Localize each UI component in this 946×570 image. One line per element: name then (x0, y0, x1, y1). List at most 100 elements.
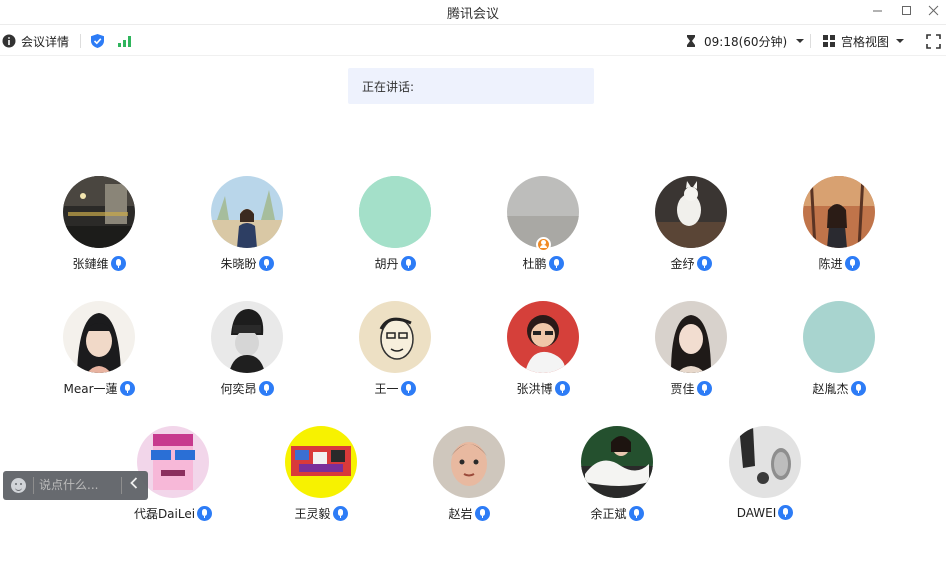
avatar (581, 426, 653, 498)
avatar (63, 301, 135, 373)
participant-tile[interactable]: 朱晓盼 (187, 176, 307, 276)
maximize-icon (901, 5, 911, 15)
avatar (211, 301, 283, 373)
participant-tile[interactable]: 王一 (335, 301, 455, 401)
participant-tile[interactable]: 何奕昂 (187, 301, 307, 401)
speaking-indicator: 正在讲话: (348, 68, 594, 104)
participant-name: 余正斌 (590, 507, 627, 521)
microphone-icon (778, 505, 794, 520)
microphone-icon (110, 256, 126, 271)
participant-tile[interactable]: 赵岩 (409, 426, 529, 526)
baby-painting-avatar (433, 426, 505, 498)
grid-view-icon (823, 35, 835, 47)
chevron-left-icon (130, 477, 138, 489)
microphone-icon (400, 256, 416, 271)
girl-portrait-photo (63, 301, 135, 373)
minimize-button[interactable] (866, 1, 888, 19)
chat-divider (33, 477, 34, 494)
speaking-label: 正在讲话: (362, 80, 415, 94)
hourglass-icon (687, 35, 695, 47)
microphone-icon (332, 506, 348, 521)
avatar (507, 301, 579, 373)
window-title: 腾讯会议 (446, 7, 499, 22)
fullscreen-button[interactable] (926, 31, 941, 51)
fullscreen-icon (926, 33, 941, 49)
participant-tile[interactable]: 金纾 (631, 176, 751, 276)
avatar (63, 176, 135, 248)
sketch-face-drawing (359, 301, 431, 373)
participant-name: 代磊DaiLei (133, 507, 196, 521)
view-mode-button[interactable]: 宫格视图 (822, 31, 905, 51)
microphone-icon (844, 256, 860, 271)
microphone-icon (119, 381, 135, 396)
red-cartoon-avatar (507, 301, 579, 373)
chevron-down-icon (796, 39, 805, 43)
maximize-button[interactable] (895, 1, 917, 19)
chat-bar (3, 471, 148, 500)
participant-name: 王一 (374, 382, 399, 396)
teal-placeholder (803, 301, 875, 373)
emoji-icon[interactable] (11, 478, 26, 493)
timer-text: 09:18(60分钟) (704, 34, 788, 49)
participant-tile[interactable]: 杜鹏 (483, 176, 603, 276)
view-mode-label: 宫格视图 (841, 34, 890, 49)
avatar (211, 176, 283, 248)
participant-tile[interactable]: Mear一蓮 (39, 301, 159, 401)
participant-name: 张洪博 (516, 382, 553, 396)
participant-name: 张鏈维 (72, 257, 109, 271)
participant-tile[interactable]: 贾佳 (631, 301, 751, 401)
participant-name: 陈进 (818, 257, 843, 271)
mint-placeholder (359, 176, 431, 248)
participant-tile[interactable]: 张鏈维 (39, 176, 159, 276)
host-badge-icon (536, 237, 551, 252)
participant-name: 赵岩 (448, 507, 473, 521)
avatar (359, 301, 431, 373)
meeting-info-button[interactable]: 会议详情 (2, 31, 69, 51)
avatar (655, 301, 727, 373)
meeting-timer[interactable]: 09:18(60分钟) (684, 31, 805, 51)
collapse-chat-button[interactable] (125, 475, 143, 495)
microphone-icon (197, 506, 213, 521)
microphone-icon (628, 506, 644, 521)
girl-outdoor-photo (211, 176, 283, 248)
avatar (655, 176, 727, 248)
autumn-portrait-photo (803, 176, 875, 248)
microphone-icon (258, 256, 274, 271)
participant-name: 赵胤杰 (812, 382, 849, 396)
participant-name: 贾佳 (670, 382, 695, 396)
signal-bars-icon (118, 36, 131, 47)
microphone-icon (548, 256, 564, 271)
minimize-icon (872, 10, 882, 11)
participant-tile[interactable]: 赵胤杰 (779, 301, 899, 401)
participant-tile[interactable]: 陈进 (779, 176, 899, 276)
close-button[interactable] (922, 1, 944, 19)
participant-tile[interactable]: DAWEI (705, 426, 825, 526)
bw-objects-photo (729, 426, 801, 498)
participant-name: Mear一蓮 (63, 382, 118, 396)
title-bar: 腾讯会议 (0, 0, 946, 22)
participant-name: 金纾 (670, 257, 695, 271)
microphone-icon (474, 506, 490, 521)
night-street-photo (63, 176, 135, 248)
participant-name: DAWEI (736, 505, 777, 520)
white-cat-photo (655, 176, 727, 248)
meeting-toolbar: 会议详情 09:18(60分钟) 宫格视图 (0, 24, 946, 56)
avatar (433, 426, 505, 498)
participant-tile[interactable]: 张洪博 (483, 301, 603, 401)
participant-tile[interactable]: 胡丹 (335, 176, 455, 276)
security-button[interactable] (90, 31, 105, 51)
microphone-icon (850, 381, 866, 396)
chat-input[interactable] (39, 478, 114, 492)
network-signal-button[interactable] (117, 31, 133, 51)
participant-tile[interactable]: 王灵毅 (261, 426, 381, 526)
toolbar-divider (80, 34, 81, 48)
participant-name: 朱晓盼 (220, 257, 257, 271)
microphone-icon (400, 381, 416, 396)
chat-divider (121, 477, 122, 494)
child-bw-photo (211, 301, 283, 373)
participant-name: 王灵毅 (294, 507, 331, 521)
meeting-info-label: 会议详情 (21, 34, 70, 49)
microphone-icon (696, 381, 712, 396)
participant-tile[interactable]: 余正斌 (557, 426, 677, 526)
avatar (729, 426, 801, 498)
